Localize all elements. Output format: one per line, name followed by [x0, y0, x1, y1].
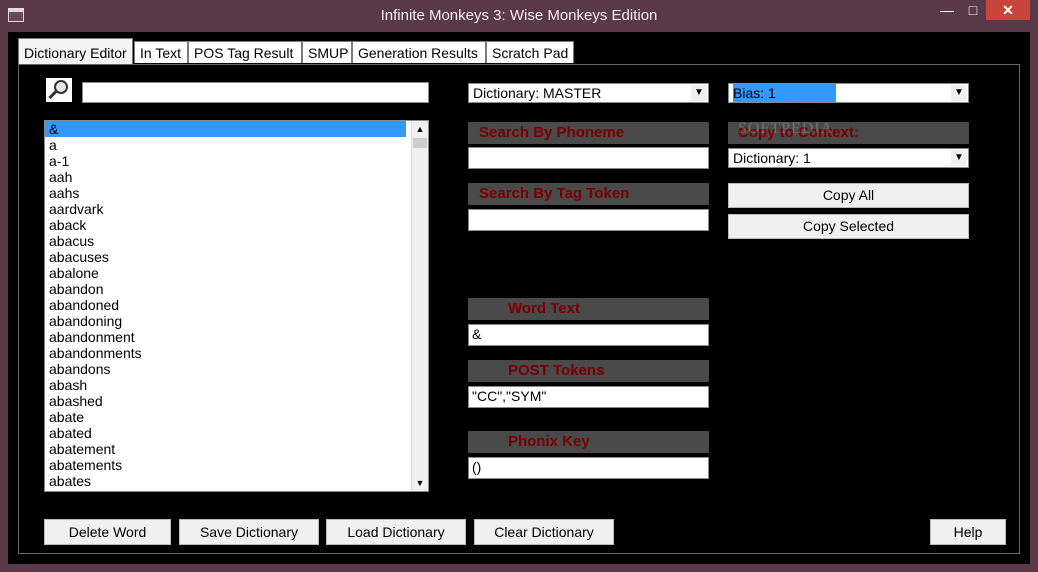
chevron-down-icon[interactable]: ▼	[951, 150, 967, 166]
dictionary-select-value: Dictionary: MASTER	[473, 85, 602, 101]
list-item[interactable]: abate	[45, 409, 406, 425]
post-tokens-label: POST Tokens	[468, 360, 709, 382]
word-listbox[interactable]: & a a-1 aah aahs aardvark aback abacus abacuses a…	[44, 120, 429, 492]
word-list-scrollbar[interactable]: ▲ ▼	[411, 121, 428, 491]
phonix-key-input[interactable]: ()	[468, 457, 709, 479]
tab-pos-tag-result[interactable]: POS Tag Result	[188, 41, 302, 63]
list-item[interactable]: abalone	[45, 265, 406, 281]
copy-selected-button[interactable]: Copy Selected	[728, 214, 969, 239]
list-item[interactable]: aahs	[45, 185, 406, 201]
list-item[interactable]: abated	[45, 425, 406, 441]
phoneme-search-input[interactable]	[468, 147, 709, 169]
chevron-down-icon[interactable]: ▼	[691, 85, 707, 101]
list-item[interactable]: abandons	[45, 361, 406, 377]
tab-smup[interactable]: SMUP	[302, 41, 352, 63]
word-text-label: Word Text	[468, 298, 709, 320]
bias-select[interactable]: Bias: 1 ▼	[728, 83, 969, 103]
scroll-up-icon[interactable]: ▲	[412, 121, 428, 137]
word-search-input[interactable]	[82, 82, 429, 103]
tag-token-search-input[interactable]	[468, 209, 709, 231]
word-text-input[interactable]: &	[468, 324, 709, 346]
list-item[interactable]: aardvark	[45, 201, 406, 217]
list-item[interactable]: abatement	[45, 441, 406, 457]
list-item[interactable]: abacus	[45, 233, 406, 249]
list-item[interactable]: aback	[45, 217, 406, 233]
list-item[interactable]: abandoning	[45, 313, 406, 329]
list-item[interactable]: aah	[45, 169, 406, 185]
copy-all-button[interactable]: Copy All	[728, 183, 969, 208]
phonix-key-label: Phonix Key	[468, 431, 709, 453]
save-dictionary-button[interactable]: Save Dictionary	[179, 519, 319, 545]
scroll-thumb[interactable]	[413, 138, 427, 148]
scroll-down-icon[interactable]: ▼	[412, 475, 428, 491]
tab-dictionary-editor[interactable]: Dictionary Editor	[18, 38, 133, 65]
tab-generation-results[interactable]: Generation Results	[352, 41, 486, 63]
list-item[interactable]: a	[45, 137, 406, 153]
tab-scratch-pad[interactable]: Scratch Pad	[486, 41, 574, 63]
list-item[interactable]: abandonment	[45, 329, 406, 345]
bias-select-value: Bias: 1	[733, 84, 836, 102]
list-item[interactable]: abandonments	[45, 345, 406, 361]
maximize-button[interactable]: □	[960, 0, 986, 20]
list-item[interactable]: a-1	[45, 153, 406, 169]
clear-dictionary-button[interactable]: Clear Dictionary	[474, 519, 614, 545]
list-item[interactable]: abash	[45, 377, 406, 393]
close-button[interactable]: ✕	[986, 0, 1030, 20]
tab-in-text[interactable]: In Text	[134, 41, 188, 63]
minimize-button[interactable]: —	[934, 0, 960, 20]
list-item[interactable]: abandon	[45, 281, 406, 297]
copy-context-select[interactable]: Dictionary: 1 ▼	[728, 148, 969, 168]
load-dictionary-button[interactable]: Load Dictionary	[326, 519, 466, 545]
delete-word-button[interactable]: Delete Word	[44, 519, 171, 545]
post-tokens-input[interactable]: "CC","SYM"	[468, 386, 709, 408]
chevron-down-icon[interactable]: ▼	[951, 85, 967, 101]
window-title: Infinite Monkeys 3: Wise Monkeys Edition	[380, 7, 658, 24]
search-by-tag-token-label: Search By Tag Token	[468, 183, 709, 205]
list-item[interactable]: abandoned	[45, 297, 406, 313]
list-item[interactable]: &	[45, 121, 406, 137]
list-item[interactable]: abatements	[45, 457, 406, 473]
search-by-phoneme-label: Search By Phoneme	[468, 122, 709, 144]
title-bar: Infinite Monkeys 3: Wise Monkeys Edition…	[0, 0, 1038, 32]
softpedia-watermark: SOFTPEDIA	[738, 120, 834, 137]
list-item[interactable]: abates	[45, 473, 406, 489]
dictionary-select[interactable]: Dictionary: MASTER ▼	[468, 83, 709, 103]
help-button[interactable]: Help	[930, 519, 1006, 545]
list-item[interactable]: abacuses	[45, 249, 406, 265]
list-item[interactable]: abashed	[45, 393, 406, 409]
copy-context-select-value: Dictionary: 1	[733, 150, 811, 166]
search-icon[interactable]	[46, 78, 72, 102]
